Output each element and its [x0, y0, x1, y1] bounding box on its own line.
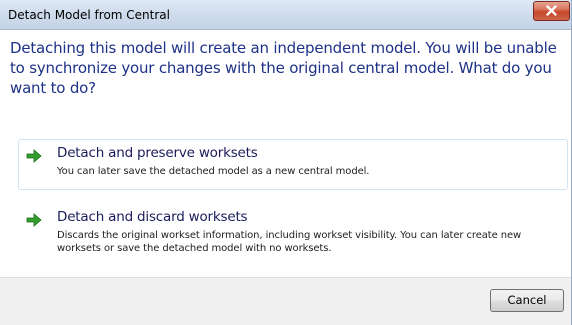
- option-detach-discard-worksets[interactable]: Detach and discard worksets Discards the…: [18, 203, 568, 265]
- window-title: Detach Model from Central: [8, 8, 170, 22]
- close-button[interactable]: [533, 1, 570, 21]
- option-title: Detach and discard worksets: [57, 209, 248, 225]
- green-arrow-icon: [26, 213, 42, 227]
- main-instruction: Detaching this model will create an inde…: [10, 39, 557, 97]
- option-description: You can later save the detached model as…: [57, 166, 370, 177]
- option-description: Discards the original workset informatio…: [57, 230, 522, 254]
- cancel-button[interactable]: Cancel: [490, 289, 564, 312]
- close-icon: [546, 5, 557, 16]
- green-arrow-icon: [26, 149, 42, 163]
- dialog-footer: Cancel: [0, 278, 572, 325]
- dialog-content: Detaching this model will create an inde…: [0, 30, 572, 278]
- dialog-window: Detach Model from Central Detaching this…: [0, 0, 572, 325]
- title-bar[interactable]: Detach Model from Central: [0, 0, 572, 30]
- option-title: Detach and preserve worksets: [57, 145, 258, 161]
- option-detach-preserve-worksets[interactable]: Detach and preserve worksets You can lat…: [18, 139, 568, 190]
